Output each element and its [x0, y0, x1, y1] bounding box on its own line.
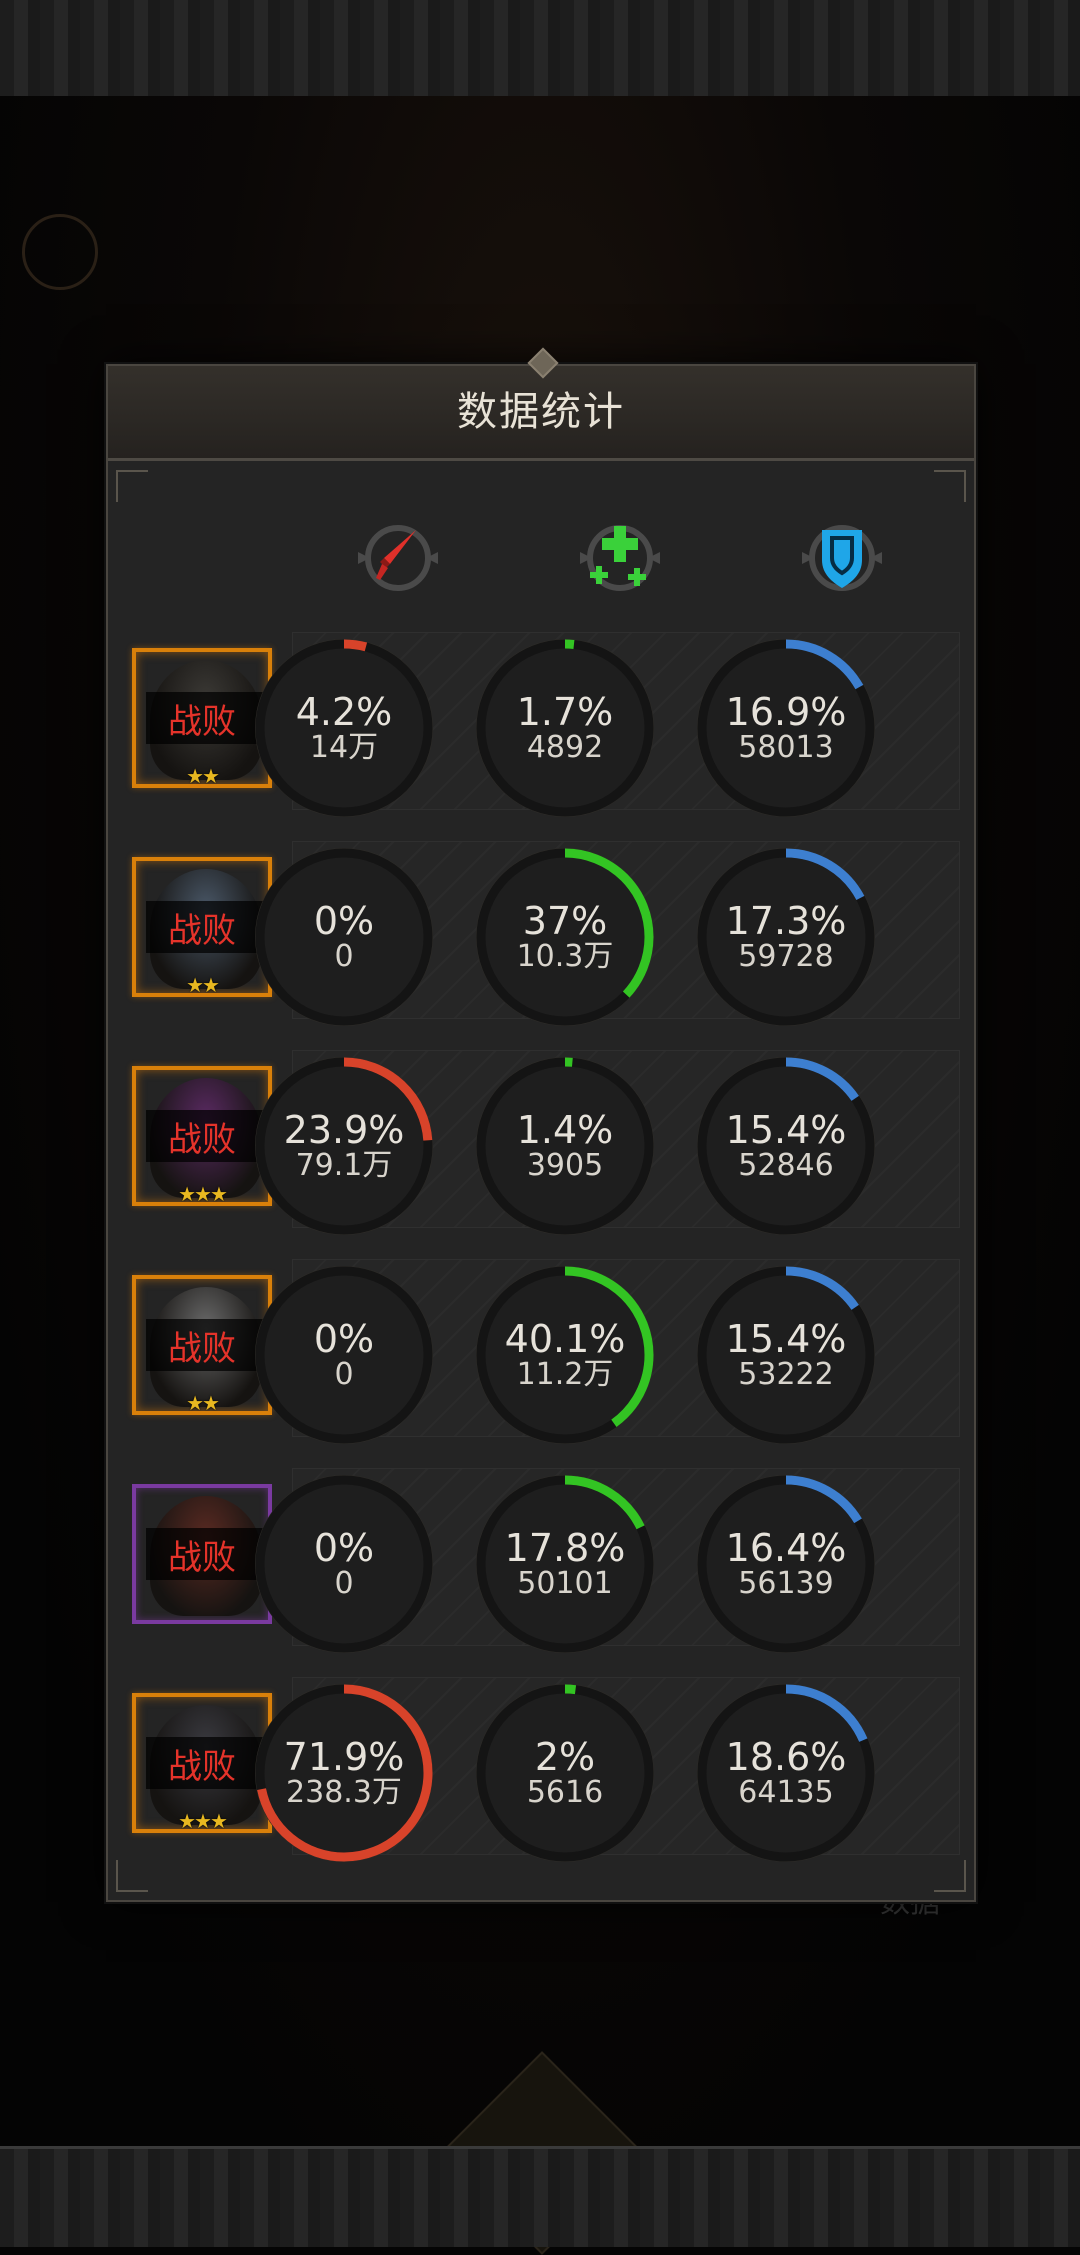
shield-defense-icon	[794, 518, 890, 598]
damage-percent: 23.9%	[283, 1108, 405, 1152]
damage-ring: 0% 0	[254, 1474, 434, 1654]
damage-amount: 14万	[309, 730, 379, 765]
tank-ring: 15.4% 53222	[696, 1265, 876, 1445]
heal-percent: 40.1%	[504, 1317, 626, 1361]
defeated-status: 战败	[168, 1538, 236, 1578]
tank-percent: 18.6%	[725, 1735, 847, 1779]
hero-portrait[interactable]: 战败 ★★★	[132, 1066, 272, 1206]
hero-portrait[interactable]: 战败 ★★	[132, 1275, 272, 1415]
defeated-status: 战败	[168, 1747, 236, 1787]
hero-portrait[interactable]: 战败 ★★	[132, 648, 272, 788]
damage-percent: 4.2%	[295, 690, 393, 734]
damage-percent: 0%	[313, 1526, 375, 1570]
tank-amount: 59728	[738, 939, 834, 974]
heal-ring: 1.7% 4892	[475, 638, 655, 818]
top-frame-border	[0, 0, 1080, 99]
damage-amount: 79.1万	[295, 1148, 393, 1183]
tank-amount: 53222	[738, 1357, 834, 1392]
tank-percent: 15.4%	[725, 1108, 847, 1152]
damage-percent: 71.9%	[283, 1735, 405, 1779]
panel-header: 数据统计	[108, 347, 974, 461]
heal-amount: 5616	[526, 1775, 604, 1810]
damage-ring: 23.9% 79.1万	[254, 1056, 434, 1236]
damage-ring: 71.9% 238.3万	[254, 1683, 434, 1863]
heal-ring: 1.4% 3905	[475, 1056, 655, 1236]
damage-amount: 0	[334, 1566, 354, 1601]
corner-ornament	[934, 470, 966, 502]
heal-amount: 4892	[526, 730, 604, 765]
tank-percent: 16.9%	[725, 690, 847, 734]
tank-ring: 15.4% 52846	[696, 1056, 876, 1236]
tank-percent: 16.4%	[725, 1526, 847, 1570]
heal-cross-icon	[572, 518, 668, 598]
heal-amount: 11.2万	[516, 1357, 614, 1392]
damage-ring: 0% 0	[254, 1265, 434, 1445]
corner-ornament	[934, 1860, 966, 1892]
damage-percent: 0%	[313, 899, 375, 943]
heal-ring: 40.1% 11.2万	[475, 1265, 655, 1445]
heal-amount: 3905	[526, 1148, 604, 1183]
hero-star-rating: ★★★	[178, 1182, 228, 1206]
hero-star-rating: ★★	[186, 764, 220, 788]
background-logo-icon	[22, 214, 98, 290]
heal-percent: 17.8%	[504, 1526, 626, 1570]
hero-portrait[interactable]: 战败 ★★	[132, 857, 272, 997]
tank-amount: 56139	[738, 1566, 834, 1601]
tank-ring: 18.6% 64135	[696, 1683, 876, 1863]
heal-amount: 10.3万	[516, 939, 614, 974]
damage-amount: 0	[334, 1357, 354, 1392]
corner-ornament	[116, 1860, 148, 1892]
heal-ring: 37% 10.3万	[475, 847, 655, 1027]
tank-percent: 15.4%	[725, 1317, 847, 1361]
damage-sword-icon	[350, 518, 446, 598]
heal-percent: 1.7%	[516, 690, 614, 734]
heal-percent: 37%	[522, 899, 608, 943]
tank-amount: 58013	[738, 730, 834, 765]
corner-ornament	[116, 470, 148, 502]
heal-ring: 17.8% 50101	[475, 1474, 655, 1654]
tank-ring: 16.9% 58013	[696, 638, 876, 818]
hero-star-rating: ★★	[186, 973, 220, 997]
panel-title: 数据统计	[457, 389, 625, 435]
defeated-status: 战败	[168, 1329, 236, 1369]
damage-amount: 0	[334, 939, 354, 974]
damage-percent: 0%	[313, 1317, 375, 1361]
hero-star-rating: ★★	[186, 1391, 220, 1415]
defeated-status: 战败	[168, 1120, 236, 1160]
bottom-frame-border	[0, 2146, 1080, 2247]
heal-percent: 2%	[534, 1735, 596, 1779]
tank-amount: 64135	[738, 1775, 834, 1810]
damage-amount: 238.3万	[286, 1775, 402, 1810]
defeated-status: 战败	[168, 702, 236, 742]
defeated-status: 战败	[168, 911, 236, 951]
damage-ring: 4.2% 14万	[254, 638, 434, 818]
tank-ring: 17.3% 59728	[696, 847, 876, 1027]
hero-portrait[interactable]: 战败	[132, 1484, 272, 1624]
heal-amount: 50101	[517, 1566, 613, 1601]
tank-amount: 52846	[738, 1148, 834, 1183]
tank-percent: 17.3%	[725, 899, 847, 943]
damage-ring: 0% 0	[254, 847, 434, 1027]
hero-portrait[interactable]: 战败 ★★★	[132, 1693, 272, 1833]
hero-star-rating: ★★★	[178, 1809, 228, 1833]
heal-percent: 1.4%	[516, 1108, 614, 1152]
tank-ring: 16.4% 56139	[696, 1474, 876, 1654]
stats-panel: 数据统计 战败 ★★ 4.2% 14万 1.7% 4892 16.9% 58013 战	[106, 347, 976, 1902]
heal-ring: 2% 5616	[475, 1683, 655, 1863]
